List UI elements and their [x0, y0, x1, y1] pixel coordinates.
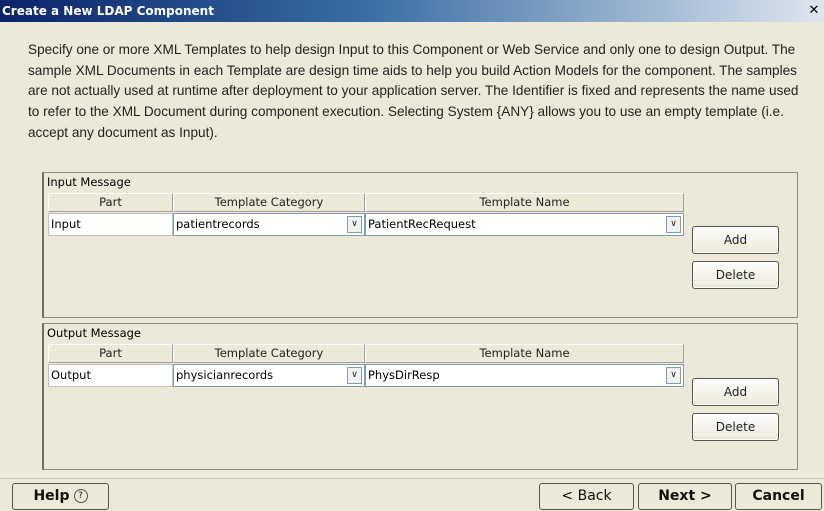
template-category-select[interactable]: physicianrecords ∨ [173, 364, 365, 387]
column-header-template-category[interactable]: Template Category [173, 344, 365, 363]
input-message-table: Part Template Category Template Name Inp… [48, 193, 684, 236]
column-header-template-name[interactable]: Template Name [365, 193, 684, 212]
chevron-down-icon[interactable]: ∨ [347, 367, 362, 384]
column-header-part[interactable]: Part [48, 193, 173, 212]
output-message-group: Output Message Part Template Category Te… [42, 323, 798, 470]
output-delete-button[interactable]: Delete [692, 413, 779, 441]
window-title: Create a New LDAP Component [2, 4, 214, 18]
chevron-down-icon[interactable]: ∨ [666, 216, 681, 233]
table-header: Part Template Category Template Name [48, 193, 684, 212]
help-circle-icon: ? [73, 489, 88, 503]
column-header-part[interactable]: Part [48, 344, 173, 363]
back-button[interactable]: < Back [539, 483, 634, 510]
table-header: Part Template Category Template Name [48, 344, 684, 363]
close-icon[interactable]: ✕ [807, 4, 821, 17]
help-button[interactable]: Help? [12, 483, 109, 510]
table-row[interactable]: Input patientrecords ∨ PatientRecRequest… [48, 213, 684, 236]
template-category-value: patientrecords [176, 217, 260, 231]
output-message-table: Part Template Category Template Name Out… [48, 344, 684, 387]
table-row[interactable]: Output physicianrecords ∨ PhysDirResp ∨ [48, 364, 684, 387]
output-add-button[interactable]: Add [692, 378, 779, 406]
template-category-select[interactable]: patientrecords ∨ [173, 213, 365, 236]
part-cell[interactable]: Output [48, 364, 173, 387]
output-message-label: Output Message [47, 326, 142, 340]
chevron-down-icon[interactable]: ∨ [347, 216, 362, 233]
next-label: Next > [658, 488, 712, 504]
template-name-value: PatientRecRequest [368, 217, 476, 231]
help-label: Help [33, 488, 70, 504]
description-text: Specify one or more XML Templates to hel… [28, 42, 799, 140]
column-header-template-name[interactable]: Template Name [365, 344, 684, 363]
input-add-button[interactable]: Add [692, 226, 779, 254]
cancel-button[interactable]: Cancel [735, 483, 822, 510]
template-category-value: physicianrecords [176, 368, 274, 382]
template-name-select[interactable]: PhysDirResp ∨ [365, 364, 684, 387]
input-message-group: Input Message Part Template Category Tem… [42, 172, 798, 318]
template-name-value: PhysDirResp [368, 368, 440, 382]
input-message-label: Input Message [47, 175, 131, 189]
part-cell[interactable]: Input [48, 213, 173, 236]
chevron-down-icon[interactable]: ∨ [666, 367, 681, 384]
template-name-select[interactable]: PatientRecRequest ∨ [365, 213, 684, 236]
footer-bar: Help? < Back Next > Cancel [0, 478, 824, 511]
cancel-label: Cancel [752, 488, 805, 504]
next-button[interactable]: Next > [638, 483, 732, 510]
title-bar: Create a New LDAP Component ✕ [0, 0, 824, 22]
column-header-template-category[interactable]: Template Category [173, 193, 365, 212]
input-delete-button[interactable]: Delete [692, 261, 779, 289]
